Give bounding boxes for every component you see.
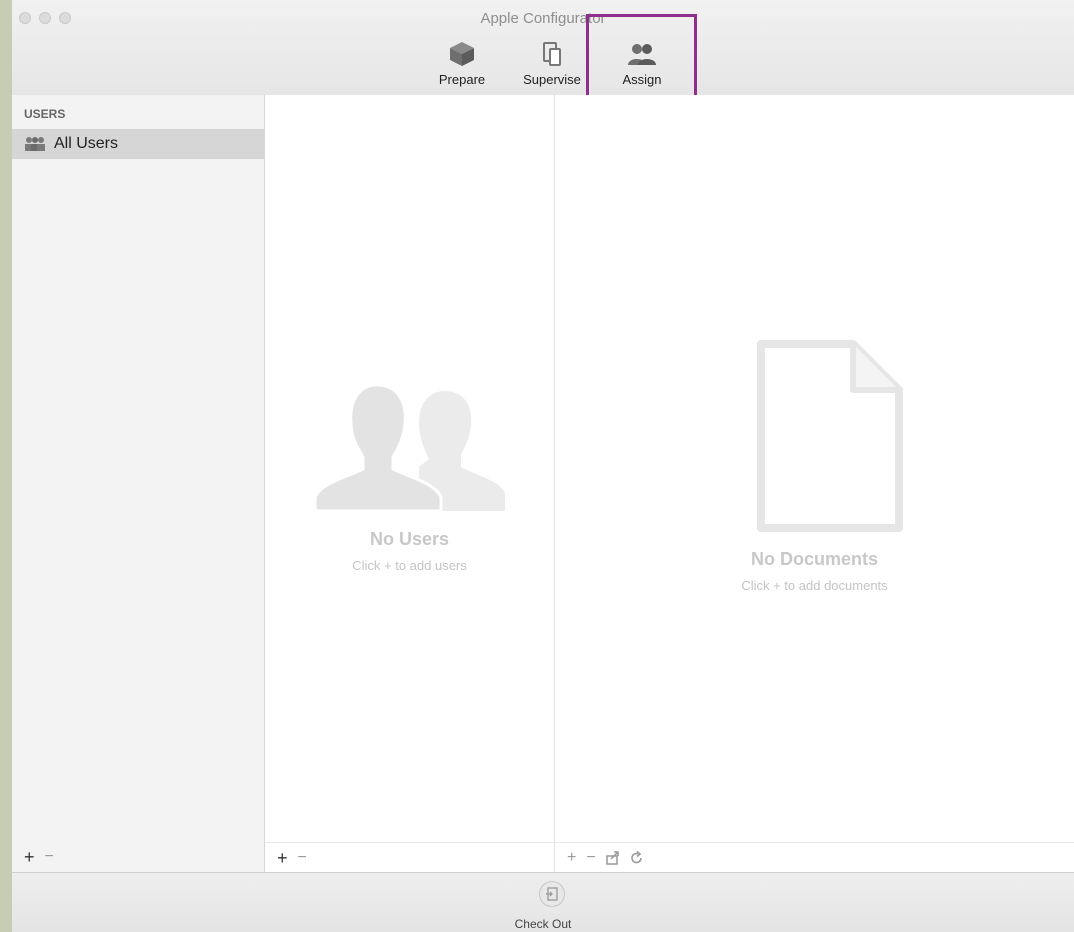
check-out-button[interactable] — [539, 881, 565, 907]
add-user-group-button[interactable]: + — [24, 848, 35, 866]
window-title: Apple Configurator — [480, 10, 606, 27]
remove-user-group-button[interactable]: − — [45, 849, 54, 865]
tab-prepare[interactable]: Prepare — [432, 40, 492, 87]
check-out-icon — [546, 887, 558, 901]
tab-prepare-label: Prepare — [438, 72, 486, 87]
documents-bottom-bar: + − — [555, 842, 1074, 872]
users-placeholder-icon — [315, 385, 505, 511]
tab-supervise-label: Supervise — [523, 72, 581, 87]
users-pane: No Users Click + to add users + − — [265, 95, 555, 872]
group-icon — [25, 137, 45, 151]
toolbar: Apple Configurator Prepare Supervise Ass… — [12, 0, 1074, 124]
sidebar-bottom-bar: + − — [12, 842, 264, 872]
sidebar: USERS All Users + − — [12, 95, 265, 872]
add-user-button[interactable]: + — [277, 849, 288, 867]
remove-user-button[interactable]: − — [298, 849, 307, 866]
documents-empty-subtitle: Click + to add documents — [741, 578, 888, 593]
sidebar-item-all-users[interactable]: All Users — [12, 129, 264, 159]
documents-pane: No Documents Click + to add documents + … — [555, 95, 1074, 872]
add-document-button[interactable]: + — [567, 849, 576, 866]
users-bottom-bar: + − — [265, 842, 554, 872]
remove-document-button[interactable]: − — [586, 849, 595, 866]
refresh-icon[interactable] — [630, 850, 644, 865]
users-empty-title: No Users — [369, 529, 450, 549]
devices-icon — [543, 42, 561, 66]
box-icon — [450, 42, 474, 66]
app-window: Apple Configurator Prepare Supervise Ass… — [12, 0, 1074, 932]
tab-supervise[interactable]: Supervise — [512, 40, 592, 87]
check-out-label: Check Out — [514, 917, 572, 931]
share-icon[interactable] — [605, 850, 620, 865]
footer: Check Out — [12, 872, 1074, 932]
documents-empty-title: No Documents — [750, 549, 878, 569]
users-empty-subtitle: Click + to add users — [352, 558, 467, 573]
document-placeholder-icon — [757, 340, 903, 532]
sidebar-section-header: USERS — [24, 107, 66, 121]
sidebar-item-label: All Users — [54, 135, 119, 152]
